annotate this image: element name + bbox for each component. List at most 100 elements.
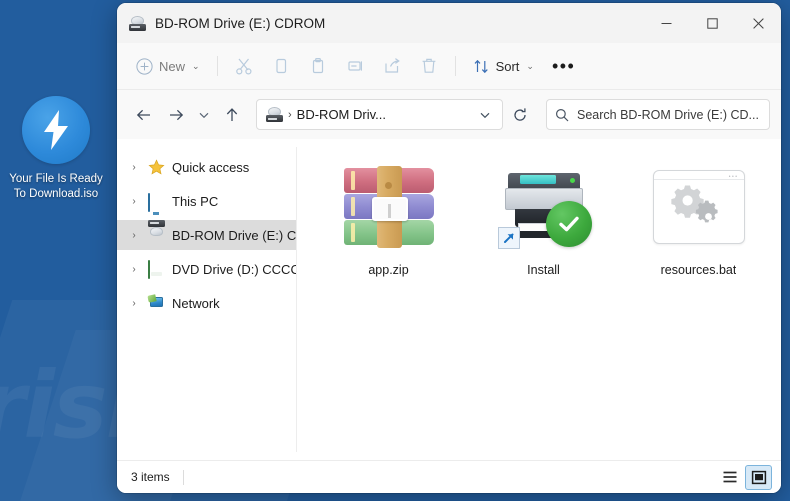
star-glyph xyxy=(148,158,165,175)
refresh-button[interactable] xyxy=(505,100,535,130)
up-button[interactable] xyxy=(217,100,247,130)
sidebar-item-quick-access[interactable]: › Quick access xyxy=(117,152,297,182)
clipboard-icon xyxy=(312,58,323,74)
delete-button[interactable] xyxy=(411,50,447,82)
new-button-label: New xyxy=(159,58,186,74)
desktop-icon-iso[interactable]: Your File Is Ready To Download.iso xyxy=(6,96,106,201)
breadcrumb-current[interactable]: BD-ROM Driv... xyxy=(297,107,386,122)
shortcut-arrow-icon xyxy=(503,233,513,243)
chevron-right-icon[interactable]: › xyxy=(127,264,141,275)
list-view-button[interactable] xyxy=(716,465,743,490)
optical-drive-icon xyxy=(148,220,165,244)
file-explorer-window: BD-ROM Drive (E:) CDROM New ⌄ Sort ⌄ •••… xyxy=(117,3,781,493)
address-dropdown-button[interactable] xyxy=(472,102,498,128)
list-view-icon xyxy=(723,471,736,483)
address-bar-row: › BD-ROM Driv... Search BD-ROM Drive (E:… xyxy=(117,90,781,139)
chevron-down-icon xyxy=(199,112,209,118)
trash-icon xyxy=(422,58,435,73)
breadcrumb-separator: › xyxy=(288,108,292,121)
lightning-bolt-glyph xyxy=(44,110,68,150)
share-icon xyxy=(384,58,400,73)
monitor-icon xyxy=(148,192,165,212)
navigation-pane: › Quick access › This PC › BD-ROM Drive … xyxy=(117,139,297,460)
window-titlebar[interactable]: BD-ROM Drive (E:) CDROM xyxy=(117,3,781,43)
file-item-install[interactable]: Install xyxy=(466,153,621,277)
network-icon xyxy=(147,293,165,312)
file-item-resources-bat[interactable]: ••• resources.bat xyxy=(621,153,776,277)
file-name-label: Install xyxy=(527,263,560,277)
optical-drive-icon xyxy=(129,15,146,31)
arrow-right-icon xyxy=(170,109,184,120)
recent-locations-button[interactable] xyxy=(193,100,215,130)
status-divider xyxy=(182,469,184,485)
sidebar-label: Network xyxy=(172,295,220,311)
sidebar-item-this-pc[interactable]: › This PC xyxy=(117,186,297,216)
gears-glyph xyxy=(670,185,718,223)
arrow-up-icon xyxy=(226,107,238,121)
cut-button[interactable] xyxy=(226,50,262,82)
chevron-right-icon[interactable]: › xyxy=(127,162,141,173)
paste-button[interactable] xyxy=(300,50,336,82)
file-name-label: resources.bat xyxy=(660,263,737,277)
chevron-right-icon[interactable]: › xyxy=(127,196,141,207)
rename-button[interactable] xyxy=(337,50,373,82)
share-button[interactable] xyxy=(374,50,410,82)
chevron-right-icon[interactable]: › xyxy=(127,298,141,309)
command-toolbar: New ⌄ Sort ⌄ ••• xyxy=(117,43,781,90)
green-check-badge xyxy=(545,201,592,247)
batch-script-gears-icon: ••• xyxy=(651,159,747,255)
scissors-icon xyxy=(235,58,252,75)
see-more-button[interactable]: ••• xyxy=(544,50,583,82)
plus-circle-icon xyxy=(136,57,153,75)
search-input[interactable]: Search BD-ROM Drive (E:) CD... xyxy=(577,108,759,122)
back-button[interactable] xyxy=(129,100,159,130)
copy-icon xyxy=(275,58,286,74)
sidebar-item-network[interactable]: › Network xyxy=(117,288,297,318)
status-bar: 3 items xyxy=(117,460,781,493)
winrar-archive-icon xyxy=(341,159,437,255)
details-view-button[interactable] xyxy=(745,464,772,490)
sidebar-label: This PC xyxy=(172,193,219,209)
checkmark-icon xyxy=(558,216,579,232)
printer-shortcut-icon xyxy=(496,159,592,255)
minimize-icon xyxy=(661,22,671,24)
window-title: BD-ROM Drive (E:) CDROM xyxy=(155,15,326,31)
sort-button[interactable]: Sort ⌄ xyxy=(464,50,543,82)
chevron-down-icon: ⌄ xyxy=(192,60,200,71)
titlebar-left: BD-ROM Drive (E:) CDROM xyxy=(117,15,643,31)
chevron-right-icon[interactable]: › xyxy=(127,230,141,241)
file-item-app-zip[interactable]: app.zip xyxy=(311,153,466,277)
copy-button[interactable] xyxy=(263,50,299,82)
sort-icon xyxy=(474,59,488,73)
address-bar[interactable]: › BD-ROM Driv... xyxy=(256,99,503,130)
refresh-icon xyxy=(514,107,526,121)
close-icon xyxy=(752,17,764,29)
item-count-label: 3 items xyxy=(131,470,170,484)
sort-button-label: Sort xyxy=(495,58,520,74)
maximize-button[interactable] xyxy=(689,3,735,43)
star-icon xyxy=(148,158,165,176)
shortcut-arrow-badge xyxy=(497,227,520,249)
arrow-left-icon xyxy=(136,109,150,120)
sidebar-label: Quick access xyxy=(172,159,250,175)
file-grid: app.zip Install ••• resources.bat xyxy=(311,153,781,277)
close-button[interactable] xyxy=(735,3,781,43)
rename-icon xyxy=(347,61,362,71)
window-body: › Quick access › This PC › BD-ROM Drive … xyxy=(117,139,781,460)
search-box[interactable]: Search BD-ROM Drive (E:) CD... xyxy=(546,99,770,130)
chevron-down-icon xyxy=(480,112,490,118)
toolbar-divider-1 xyxy=(216,56,218,76)
sidebar-label: BD-ROM Drive (E:) C xyxy=(172,227,297,243)
window-controls xyxy=(643,3,781,43)
search-icon xyxy=(555,108,569,121)
sidebar-item-dvd-drive[interactable]: › DVD Drive (D:) CCCC xyxy=(117,254,297,284)
sidebar-item-bd-rom-drive[interactable]: › BD-ROM Drive (E:) C xyxy=(117,220,297,250)
optical-drive-icon xyxy=(266,107,283,122)
minimize-button[interactable] xyxy=(643,3,689,43)
maximize-icon xyxy=(706,17,718,29)
dvd-drive-icon xyxy=(148,259,165,279)
new-button[interactable]: New ⌄ xyxy=(127,50,209,82)
file-name-label: app.zip xyxy=(368,263,409,277)
file-list-pane[interactable]: app.zip Install ••• resources.bat xyxy=(297,139,781,460)
forward-button[interactable] xyxy=(161,100,191,130)
